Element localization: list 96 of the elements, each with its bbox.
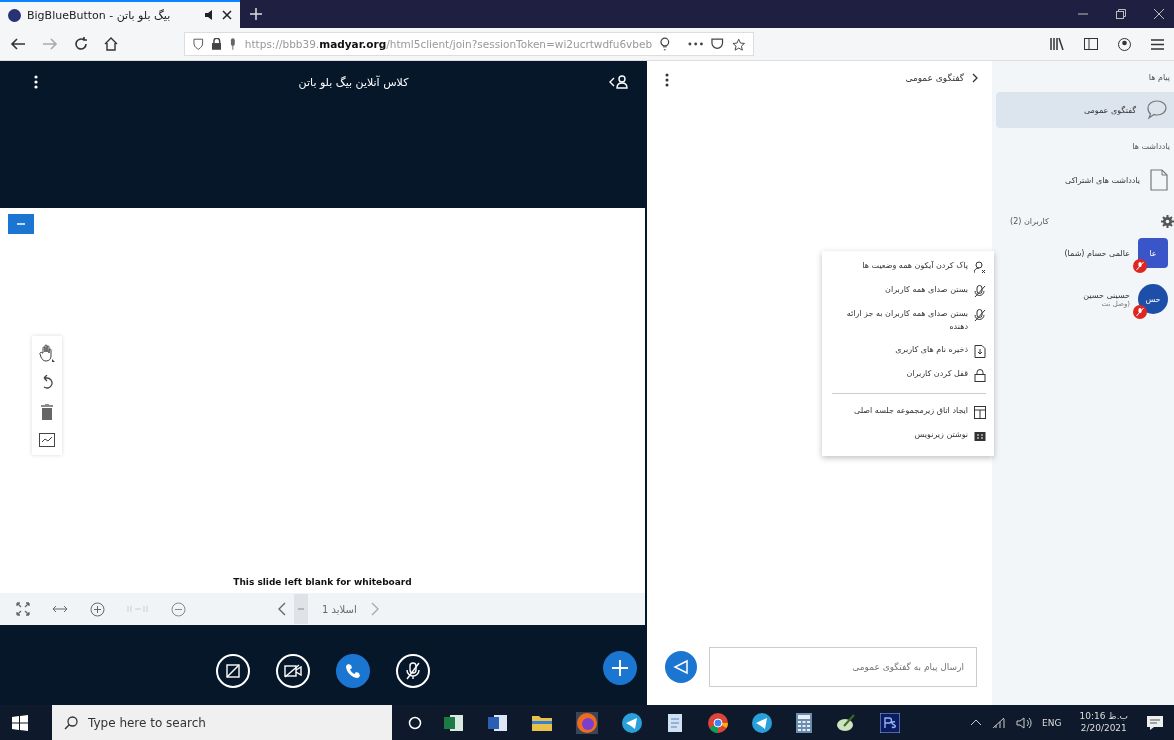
back-icon[interactable]: [10, 37, 26, 51]
close-icon[interactable]: [222, 10, 232, 20]
address-bar[interactable]: https://bbb39.madyar.org/html5client/join?sessionToken=wi2ucrtwdfu6vbeb: [184, 32, 754, 56]
clock-time[interactable]: 10:16 ب.ظ: [1079, 710, 1128, 723]
home-icon[interactable]: [104, 37, 118, 51]
settings-icon[interactable]: [1161, 215, 1174, 228]
chart-icon[interactable]: [39, 433, 55, 447]
document-app-icon[interactable]: [488, 713, 508, 732]
chat-list-item[interactable]: گفتگوی عمومی: [996, 92, 1174, 128]
lightbulb-icon[interactable]: [660, 37, 670, 51]
close-icon[interactable]: [1154, 9, 1164, 19]
account-icon[interactable]: [1118, 37, 1131, 51]
shared-notes-item[interactable]: یادداشت های اشتراکی: [996, 161, 1174, 199]
photoshop-icon[interactable]: [880, 712, 900, 733]
chat-bubble-icon: [1146, 100, 1168, 120]
microphone-off-icon: [405, 662, 420, 680]
mic-button[interactable]: [395, 654, 430, 688]
fullscreen-icon[interactable]: [16, 602, 30, 616]
menu-item[interactable]: ذخیره نام های کاربری: [832, 338, 986, 363]
windows-start-icon[interactable]: [12, 714, 28, 731]
slide-number[interactable]: اسلاید 1: [322, 603, 357, 615]
menu-item[interactable]: ایجاد اتاق زیرمجموعه جلسه اصلی: [832, 399, 986, 424]
restore-icon[interactable]: [1116, 9, 1126, 19]
send-button[interactable]: [665, 651, 697, 683]
clock-date[interactable]: 2/20/2021: [1080, 722, 1127, 735]
slide-caption: This slide left blank for whiteboard: [233, 577, 412, 587]
meeting-title: کلاس آنلاین بیگ بلو باتن: [298, 75, 409, 89]
notes-heading: یادداشت ها: [1131, 141, 1171, 153]
lock-icon: [974, 368, 986, 382]
zoom-out-icon[interactable]: [171, 601, 186, 617]
user-list-item[interactable]: عالمی حسام (شما) عا: [992, 230, 1174, 276]
search-icon: [64, 715, 78, 730]
taskbar-search-field[interactable]: Type here to search: [52, 705, 392, 740]
crossed-square-icon: [224, 663, 241, 679]
url-text: https://bbb39.madyar.org/html5client/join?sessionToken=wi2ucrtwdfu6vbeb: [244, 38, 653, 50]
hand-tool-icon[interactable]: [39, 344, 55, 362]
volume-icon[interactable]: [1016, 716, 1033, 729]
trash-icon[interactable]: [41, 404, 53, 420]
new-tab-icon[interactable]: [250, 8, 262, 20]
options-icon[interactable]: [34, 75, 38, 89]
microphone-off-icon: [974, 285, 986, 298]
menu-icon[interactable]: [1151, 38, 1164, 50]
pen-app-icon[interactable]: [836, 712, 856, 733]
layout-icon: [974, 405, 986, 419]
menu-item[interactable]: پاک کردن آیکون همه وضعیت ها: [832, 255, 986, 279]
slide-select-handle[interactable]: [294, 594, 308, 624]
microphone-off-icon: [974, 309, 986, 322]
camera-off-icon: [283, 664, 302, 678]
previous-slide-icon[interactable]: [278, 602, 286, 616]
user-avatar: عا: [1138, 238, 1168, 268]
tab-title: BigBlueButton - بیگ بلو باتن: [27, 8, 172, 22]
menu-item[interactable]: نوشتن زیرنویس: [832, 423, 986, 448]
menu-item[interactable]: بستن صدای همه کاربران: [832, 279, 986, 303]
chrome-icon[interactable]: [708, 712, 728, 733]
captions-icon: [974, 429, 986, 443]
shield-icon: [193, 38, 204, 50]
lock-icon: [211, 38, 222, 50]
chevron-up-icon[interactable]: [970, 719, 983, 726]
notifications-icon[interactable]: [1146, 714, 1164, 731]
phone-button[interactable]: [335, 654, 370, 688]
language-indicator[interactable]: ENG: [1042, 717, 1062, 728]
task-view-icon[interactable]: [408, 715, 422, 730]
minimize-presentation-icon[interactable]: [8, 214, 34, 234]
menu-item[interactable]: بستن صدای همه کاربران به جز ارائه دهنده: [832, 303, 986, 339]
spreadsheet-app-icon[interactable]: [444, 713, 464, 732]
menu-item[interactable]: قفل کردن کاربران: [832, 362, 986, 387]
calculator-icon[interactable]: [796, 712, 812, 733]
network-icon[interactable]: [992, 716, 1007, 729]
reload-icon[interactable]: [74, 37, 88, 51]
microphone-icon: [229, 38, 237, 50]
sidebar-icon[interactable]: [1084, 38, 1098, 50]
message-input[interactable]: ارسال پیام به گفتگوی عمومی: [709, 647, 977, 687]
camera-button[interactable]: [275, 654, 310, 688]
library-icon[interactable]: [1050, 38, 1064, 50]
more-icon[interactable]: [687, 42, 704, 46]
telegram-icon[interactable]: [622, 712, 642, 733]
folder-icon[interactable]: [532, 714, 552, 731]
user-list-toggle-icon[interactable]: [609, 75, 629, 89]
screen-button[interactable]: [215, 654, 250, 688]
chevron-right-icon[interactable]: [972, 73, 978, 83]
options-icon[interactable]: [665, 73, 669, 87]
chat-title: گفتگوی عمومی: [905, 73, 964, 83]
user-avatar: حس: [1138, 284, 1168, 314]
notepad-icon[interactable]: [666, 712, 684, 733]
star-icon[interactable]: [731, 37, 745, 51]
phone-icon: [344, 663, 361, 679]
user-clear-icon: [974, 261, 986, 274]
users-heading: کاربران (2): [1009, 216, 1050, 228]
add-button[interactable]: [603, 651, 637, 685]
document-icon: [1150, 169, 1168, 191]
browser-tab[interactable]: BigBlueButton - بیگ بلو باتن: [0, 0, 240, 28]
telegram-icon[interactable]: [752, 712, 772, 733]
zoom-in-icon[interactable]: [90, 601, 105, 617]
fit-width-icon[interactable]: [52, 605, 68, 613]
download-file-icon: [974, 344, 986, 358]
messages-heading: پیام ها: [1147, 72, 1171, 84]
